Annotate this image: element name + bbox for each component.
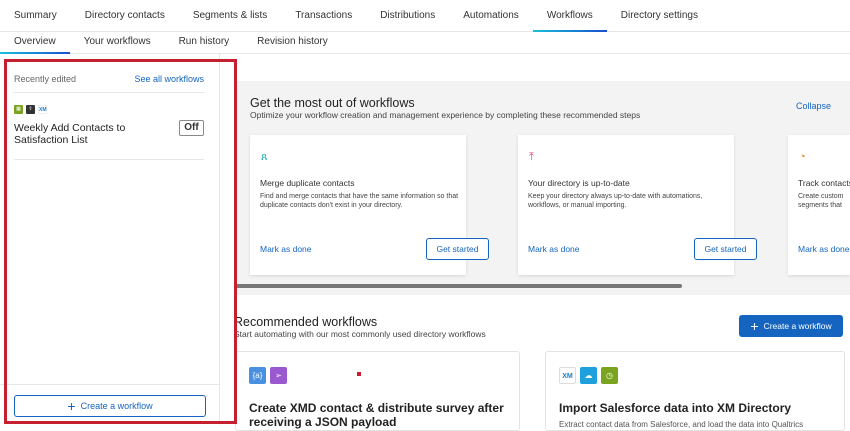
collapse-link[interactable]: Collapse: [796, 101, 831, 111]
card-description: Keep your directory always up-to-date wi…: [528, 193, 703, 209]
send-icon: ➢: [270, 367, 287, 384]
json-payload-icon: {a}: [249, 367, 266, 384]
step-card: ጸ Merge duplicate contacts Find and merg…: [250, 135, 489, 275]
plus-icon: +: [750, 318, 759, 334]
panel-subtitle: Optimize your workflow creation and mana…: [250, 110, 641, 120]
tab-segments-lists[interactable]: Segments & lists: [179, 0, 281, 32]
card-title: Merge duplicate contacts: [260, 178, 355, 188]
subtab-your-workflows[interactable]: Your workflows: [70, 32, 165, 53]
subtab-revision-history[interactable]: Revision history: [243, 32, 342, 53]
recommended-workflow-card[interactable]: XM ☁ ◷ Import Salesforce data into XM Di…: [545, 351, 845, 431]
tab-summary[interactable]: Summary: [0, 0, 71, 32]
sub-tabs: Overview Your workflows Run history Revi…: [0, 32, 850, 54]
divider: [14, 92, 204, 93]
step-card: ◔ Track contacts Create custom segments …: [788, 135, 850, 275]
recommended-workflow-card[interactable]: {a} ➢ Create XMD contact & distribute su…: [235, 351, 520, 431]
pie-chart-icon: ◔: [799, 151, 806, 163]
mark-as-done-link[interactable]: Mark as done: [260, 244, 312, 254]
get-started-panel: Get the most out of workflows Optimize y…: [236, 81, 850, 295]
schedule-icon: ◷: [601, 367, 618, 384]
workflow-toggle[interactable]: Off: [179, 120, 204, 136]
xm-icon: XM: [38, 105, 47, 114]
sidebar-heading: Recently edited: [14, 74, 77, 84]
recently-edited-sidebar: Recently edited See all workflows ▦ ⇧ XM…: [0, 54, 220, 425]
create-workflow-label: Create a workflow: [763, 321, 832, 331]
recommended-title: Recommended workflows: [234, 315, 378, 329]
divider: [14, 159, 204, 160]
panel-title: Get the most out of workflows: [250, 96, 415, 110]
card-description: Create custom segments that: [798, 193, 844, 209]
card-title: Track contacts: [798, 178, 850, 188]
create-workflow-label: Create a workflow: [80, 401, 153, 411]
tab-automations[interactable]: Automations: [449, 0, 533, 32]
subtab-overview[interactable]: Overview: [0, 32, 70, 54]
contacts-icon: ▦: [14, 105, 23, 114]
main-tabs: Summary Directory contacts Segments & li…: [0, 0, 850, 32]
plus-icon: +: [67, 398, 76, 414]
workflow-title[interactable]: Weekly Add Contacts to Satisfaction List: [14, 122, 144, 146]
tab-workflows[interactable]: Workflows: [532, 0, 607, 32]
card-title: Your directory is up-to-date: [528, 178, 630, 188]
see-all-workflows-link[interactable]: See all workflows: [134, 74, 204, 84]
subtab-run-history[interactable]: Run history: [165, 32, 244, 53]
recommended-subtitle: Start automating with our most commonly …: [234, 329, 486, 339]
workflow-card-title: Import Salesforce data into XM Directory: [559, 401, 792, 415]
tab-directory-contacts[interactable]: Directory contacts: [71, 0, 179, 32]
salesforce-icon: ☁: [580, 367, 597, 384]
people-icon: ጸ: [261, 151, 268, 163]
get-started-button[interactable]: Get started: [426, 238, 489, 260]
get-started-button[interactable]: Get started: [694, 238, 757, 260]
divider: [0, 384, 219, 385]
create-workflow-button[interactable]: + Create a workflow: [14, 395, 206, 417]
upload-icon: ⤒: [529, 151, 534, 163]
upload-icon: ⇧: [26, 105, 35, 114]
marker: [357, 372, 361, 376]
mark-as-done-link[interactable]: Mark as done: [798, 244, 850, 254]
tab-transactions[interactable]: Transactions: [281, 0, 366, 32]
step-card: ⤒ Your directory is up-to-date Keep your…: [518, 135, 757, 275]
tab-directory-settings[interactable]: Directory settings: [607, 0, 712, 32]
mark-as-done-link[interactable]: Mark as done: [528, 244, 580, 254]
xm-icon: XM: [559, 367, 576, 384]
tab-distributions[interactable]: Distributions: [366, 0, 449, 32]
horizontal-scrollbar[interactable]: [236, 284, 682, 288]
card-description: Find and merge contacts that have the sa…: [260, 193, 459, 209]
create-workflow-primary-button[interactable]: + Create a workflow: [739, 315, 843, 337]
